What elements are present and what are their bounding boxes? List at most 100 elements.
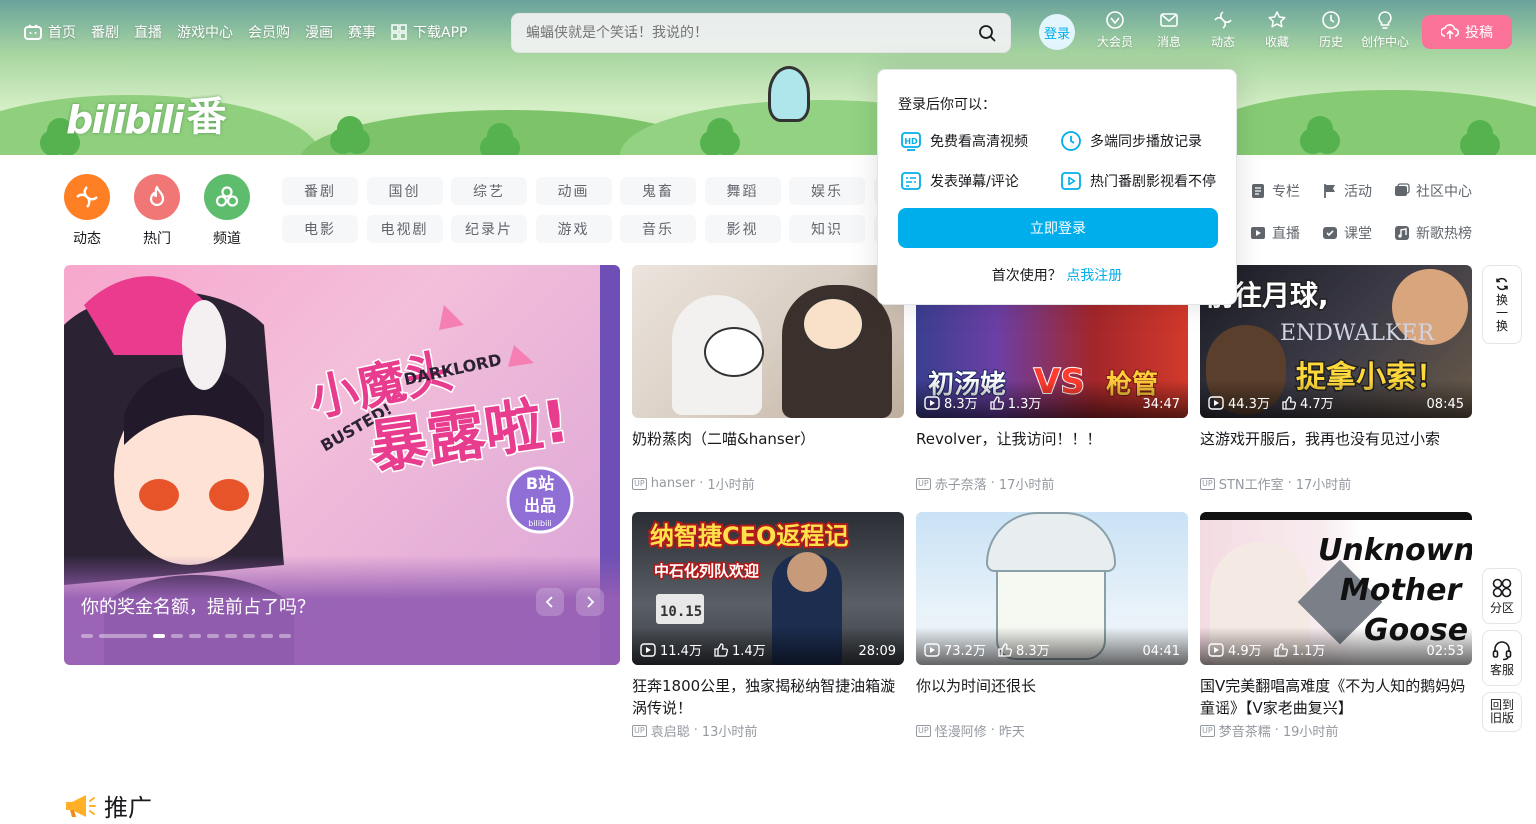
side-link-course[interactable]: 课堂	[1322, 220, 1394, 246]
channel-shortcuts: 动态 热门 频道	[64, 174, 250, 248]
login-now-button[interactable]: 立即登录	[898, 208, 1218, 248]
video-thumbnail[interactable]	[632, 265, 904, 418]
carousel-dot[interactable]	[189, 634, 201, 638]
login-popup: 登录后你可以： HD 免费看高清视频 多端同步播放记录 发表弹幕/评论 热门番剧…	[877, 69, 1237, 305]
tag-dance[interactable]: 舞蹈	[704, 177, 781, 205]
carousel-prev-button[interactable]	[536, 588, 564, 616]
tag-knowledge[interactable]: 知识	[789, 215, 865, 243]
side-link-community[interactable]: 社区中心	[1394, 178, 1504, 204]
nav-item-match[interactable]: 赛事	[348, 22, 376, 42]
nav-item-game[interactable]: 游戏中心	[177, 22, 233, 42]
side-link-activity[interactable]: 活动	[1322, 178, 1394, 204]
video-thumbnail[interactable]: 前往月球, ENDWALKER 捉拿小索！ 44.3万 4.7万 08:45	[1200, 265, 1472, 418]
carousel-dot[interactable]	[261, 634, 273, 638]
channel-hot[interactable]: 热门	[134, 174, 180, 248]
side-link-column[interactable]: 专栏	[1250, 178, 1322, 204]
search-icon[interactable]	[978, 24, 996, 42]
dynamic-button[interactable]: 动态	[1196, 10, 1250, 50]
video-title[interactable]: 狂奔1800公里，独家揭秘纳智捷油箱漩涡传说！	[632, 675, 904, 719]
favorite-button[interactable]: 收藏	[1250, 10, 1304, 50]
video-duration: 02:53	[1426, 644, 1464, 659]
tag-kichiku[interactable]: 鬼畜	[620, 177, 696, 205]
nav-item-mall[interactable]: 会员购	[248, 22, 290, 42]
carousel-dot[interactable]	[207, 634, 219, 638]
refresh-button[interactable]: 换一换	[1482, 265, 1522, 344]
tag-music[interactable]: 音乐	[620, 215, 696, 243]
tag-variety[interactable]: 综艺	[451, 177, 527, 205]
up-badge-icon: UP	[1200, 724, 1215, 737]
carousel-dot[interactable]	[279, 634, 291, 638]
carousel-dot[interactable]	[225, 634, 237, 638]
tag-tv[interactable]: 电视剧	[366, 215, 443, 243]
video-card[interactable]: 前往月球, ENDWALKER 捉拿小索！ 44.3万 4.7万 08:45 这…	[1200, 265, 1472, 493]
history-button[interactable]: 历史	[1304, 10, 1358, 50]
tag-animation[interactable]: 动画	[535, 177, 612, 205]
video-title[interactable]: Revolver，让我访问！！！	[916, 428, 1188, 472]
video-author[interactable]: 赤子奈落	[935, 474, 987, 493]
views-stat: 4.9万	[1208, 640, 1262, 659]
video-thumbnail[interactable]: Unknown Mother Goose 4.9万 1.1万 02:53	[1200, 512, 1472, 665]
nav-item-anime[interactable]: 番剧	[91, 22, 119, 42]
login-avatar-button[interactable]: 登录	[1039, 14, 1075, 50]
nav-item-manga[interactable]: 漫画	[305, 22, 333, 42]
video-card[interactable]: 纳智捷CEO返程记 中石化列队欢迎 10.15 11.4万 1.4万 28:09…	[632, 512, 904, 740]
video-title[interactable]: 奶粉蒸肉（二喵&hanser）	[632, 428, 904, 472]
tag-guochuang[interactable]: 国创	[366, 177, 443, 205]
customer-service-button[interactable]: 客服	[1482, 630, 1522, 686]
art-badge-bilibili: bilibili	[528, 519, 552, 528]
banner-carousel[interactable]: 小魔头 DARKLORD BUSTED! 暴露啦! B站 出品 bilibili…	[64, 265, 620, 665]
channel-channels[interactable]: 频道	[204, 174, 250, 248]
up-badge-icon: UP	[632, 724, 647, 737]
nav-item-download[interactable]: 下载APP	[391, 22, 467, 42]
video-card[interactable]: 73.2万 8.3万 04:41 你以为时间还很长 UP 怪漫阿修 · 昨天	[916, 512, 1188, 740]
creator-button[interactable]: 创作中心	[1358, 10, 1412, 50]
video-author[interactable]: hanser	[651, 476, 696, 491]
register-link[interactable]: 点我注册	[1066, 268, 1122, 284]
nav-item-live[interactable]: 直播	[134, 22, 162, 42]
carousel-dot[interactable]	[99, 634, 147, 638]
region-button[interactable]: 分区	[1482, 568, 1522, 624]
old-version-button[interactable]: 回到旧版	[1482, 692, 1522, 732]
carousel-caption[interactable]: 你的奖金名额，提前占了吗？	[81, 593, 315, 619]
video-card[interactable]: Unknown Mother Goose 4.9万 1.1万 02:53 国V完…	[1200, 512, 1472, 740]
community-icon	[1395, 183, 1410, 196]
site-logo[interactable]: bilibili 番	[66, 84, 227, 142]
likes-stat: 4.7万	[1282, 393, 1334, 412]
video-author[interactable]: 梦音茶糯	[1219, 721, 1271, 740]
search-input[interactable]	[512, 14, 952, 52]
art-badge-produce: 出品	[524, 496, 556, 515]
carousel-dot[interactable]	[171, 634, 183, 638]
video-author[interactable]: 袁启聪	[651, 721, 690, 740]
video-title[interactable]: 这游戏开服后，我再也没有见过小索	[1200, 428, 1472, 472]
vip-button[interactable]: 大会员	[1088, 10, 1142, 50]
tag-movie[interactable]: 电影	[282, 215, 358, 243]
video-time: 17小时前	[998, 478, 1055, 493]
upload-button[interactable]: 投稿	[1422, 15, 1512, 49]
carousel-dot-active[interactable]	[153, 634, 165, 638]
video-thumbnail[interactable]: 纳智捷CEO返程记 中石化列队欢迎 10.15 11.4万 1.4万 28:09	[632, 512, 904, 665]
channel-dynamic[interactable]: 动态	[64, 174, 110, 248]
video-title[interactable]: 你以为时间还很长	[916, 675, 1188, 719]
tag-game[interactable]: 游戏	[535, 215, 612, 243]
video-author[interactable]: 怪漫阿修	[935, 721, 987, 740]
meta-separator: ·	[1274, 723, 1279, 738]
tag-film[interactable]: 影视	[704, 215, 781, 243]
nav-item-home[interactable]: 首页	[24, 22, 76, 42]
side-link-live[interactable]: 直播	[1250, 220, 1322, 246]
message-icon	[1160, 13, 1178, 27]
tag-anime[interactable]: 番剧	[282, 177, 358, 205]
video-card[interactable]: 奶粉蒸肉（二喵&hanser） UP hanser · 1小时前	[632, 265, 904, 493]
carousel-next-button[interactable]	[576, 588, 604, 616]
message-button[interactable]: 消息	[1142, 10, 1196, 50]
video-author[interactable]: STN工作室	[1219, 474, 1284, 493]
flame-icon	[134, 174, 180, 220]
side-link-music-chart[interactable]: 新歌热榜	[1394, 220, 1504, 246]
play-count-icon	[640, 642, 656, 657]
tag-ent[interactable]: 娱乐	[789, 177, 865, 205]
tag-documentary[interactable]: 纪录片	[451, 215, 527, 243]
carousel-dot[interactable]	[243, 634, 255, 638]
video-thumbnail[interactable]: 73.2万 8.3万 04:41	[916, 512, 1188, 665]
carousel-dot[interactable]	[81, 634, 93, 638]
thumbnail-text-line1: Unknown	[1318, 533, 1472, 568]
video-title[interactable]: 国V完美翻唱高难度《不为人知的鹅妈妈童谣》【V家老曲复兴】	[1200, 675, 1472, 719]
